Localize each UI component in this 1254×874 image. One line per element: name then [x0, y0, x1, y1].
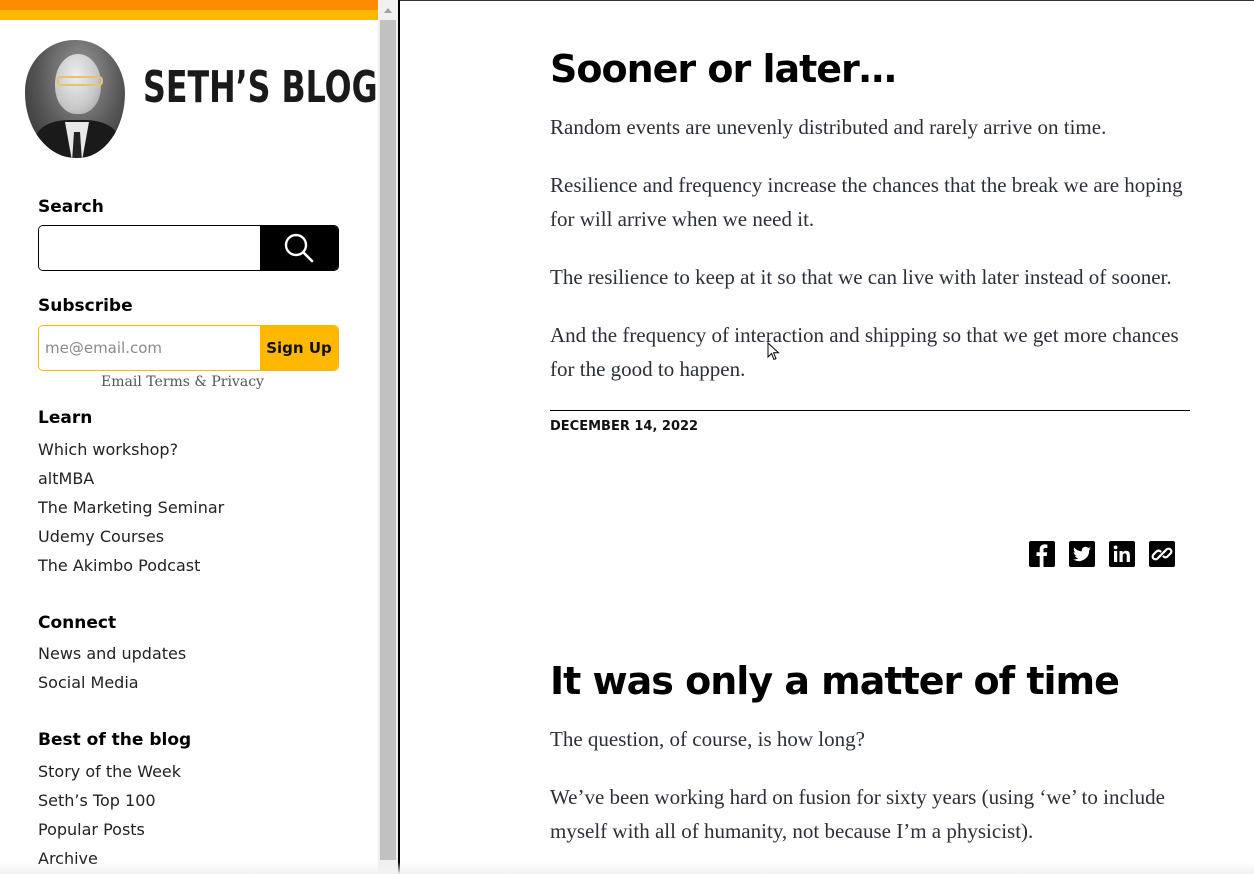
site-logo[interactable]: SETH’S BLOG	[143, 62, 378, 113]
sidebar-item-popular-posts[interactable]: Popular Posts	[38, 815, 181, 844]
sidebar-item-marketing-seminar[interactable]: The Marketing Seminar	[38, 493, 224, 522]
twitter-icon[interactable]	[1069, 541, 1095, 567]
email-terms-link[interactable]: Email Terms & Privacy	[38, 374, 327, 390]
post-paragraph: The resilience to keep at it so that we …	[550, 265, 1172, 289]
scrollbar-thumb[interactable]	[380, 20, 396, 860]
sidebar-item-which-workshop[interactable]: Which workshop?	[38, 435, 224, 464]
link-icon[interactable]	[1149, 541, 1175, 567]
scroll-up-button[interactable]	[378, 0, 398, 20]
header-stripe-orange	[0, 0, 378, 10]
subscribe-label: Subscribe	[38, 296, 133, 316]
post-body: The question, of course, is how long? We…	[550, 722, 1190, 848]
avatar-glasses	[57, 76, 103, 86]
post-paragraph: The question, of course, is how long?	[550, 727, 865, 751]
post-matter-of-time: It was only a matter of time The questio…	[550, 658, 1190, 872]
learn-heading: Learn	[38, 408, 93, 428]
avatar[interactable]	[25, 40, 125, 158]
post-paragraph: We’ve been working hard on fusion for si…	[550, 785, 1165, 843]
best-of-blog-list: Story of the Week Seth’s Top 100 Popular…	[38, 757, 181, 873]
linkedin-icon[interactable]	[1109, 541, 1135, 567]
search-input[interactable]	[39, 226, 260, 270]
connect-heading: Connect	[38, 613, 117, 633]
sidebar-item-story-of-week[interactable]: Story of the Week	[38, 757, 181, 786]
main-content: Sooner or later… Random events are uneve…	[400, 0, 1254, 874]
post-paragraph: Resilience and frequency increase the ch…	[550, 173, 1183, 231]
subscribe-form: Sign Up	[38, 325, 339, 371]
post-title[interactable]: Sooner or later…	[550, 46, 1190, 92]
sidebar-item-akimbo-podcast[interactable]: The Akimbo Podcast	[38, 551, 224, 580]
facebook-icon[interactable]	[1029, 541, 1055, 567]
sidebar-item-social-media[interactable]: Social Media	[38, 668, 186, 697]
search-icon	[284, 233, 314, 263]
search-button[interactable]	[260, 226, 338, 270]
post-title[interactable]: It was only a matter of time	[550, 658, 1190, 704]
search-form	[38, 225, 339, 271]
sidebar-item-top-100[interactable]: Seth’s Top 100	[38, 786, 181, 815]
sign-up-button[interactable]: Sign Up	[260, 326, 338, 370]
sidebar-item-udemy-courses[interactable]: Udemy Courses	[38, 522, 224, 551]
post-sooner-or-later: Sooner or later… Random events are uneve…	[550, 46, 1190, 567]
post-divider	[550, 410, 1190, 411]
sidebar-item-news-updates[interactable]: News and updates	[38, 639, 186, 668]
sidebar-item-altmba[interactable]: altMBA	[38, 464, 224, 493]
post-paragraph: Random events are unevenly distributed a…	[550, 115, 1107, 139]
post-body: Random events are unevenly distributed a…	[550, 110, 1190, 386]
email-field[interactable]	[39, 326, 260, 370]
connect-list: News and updates Social Media	[38, 639, 186, 697]
sidebar-scrollbar[interactable]	[378, 0, 398, 874]
share-buttons	[1029, 541, 1175, 567]
sidebar: SETH’S BLOG Search Subscribe Sign Up Ema…	[0, 0, 378, 874]
search-label: Search	[38, 197, 104, 217]
post-date[interactable]: DECEMBER 14, 2022	[550, 419, 1190, 434]
arrow-up-icon	[384, 7, 392, 13]
header-stripe-yellow	[0, 10, 378, 20]
best-of-blog-heading: Best of the blog	[38, 730, 192, 750]
post-paragraph: And the frequency of interaction and shi…	[550, 323, 1179, 381]
learn-list: Which workshop? altMBA The Marketing Sem…	[38, 435, 224, 580]
bottom-fade	[0, 862, 1254, 874]
